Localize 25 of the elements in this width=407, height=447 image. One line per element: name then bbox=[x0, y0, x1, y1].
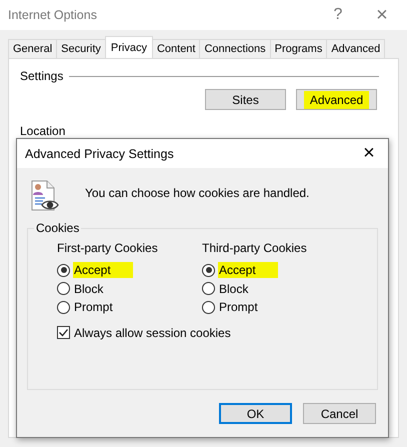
radio-option[interactable]: Block bbox=[202, 280, 252, 298]
section-heading: Location bbox=[20, 124, 66, 138]
checkbox-option[interactable]: Always allow session cookies bbox=[57, 326, 231, 340]
dialog-button[interactable]: OK bbox=[219, 403, 292, 424]
dialog-title: Advanced Privacy Settings bbox=[25, 146, 175, 160]
radio-option[interactable]: Block bbox=[57, 280, 106, 298]
tab[interactable]: Privacy bbox=[104, 36, 153, 58]
privacy-document-icon bbox=[29, 180, 59, 212]
checkbox[interactable] bbox=[57, 326, 70, 339]
settings-button[interactable]: Sites bbox=[205, 89, 286, 110]
message-text: You can choose how cookies are handled. bbox=[85, 186, 310, 200]
column-heading: First-party Cookies bbox=[57, 241, 159, 255]
group-label: Cookies bbox=[34, 221, 82, 235]
window-title: Internet Options bbox=[8, 8, 98, 22]
column-heading: Third-party Cookies bbox=[202, 241, 308, 255]
help-button[interactable]: ? bbox=[325, 6, 351, 24]
radio-option[interactable]: Prompt bbox=[57, 298, 116, 316]
settings-button[interactable]: Advanced bbox=[296, 89, 377, 110]
dialog-button[interactable]: Cancel bbox=[303, 403, 376, 424]
radio-option[interactable]: Prompt bbox=[202, 298, 261, 316]
close-button[interactable]: × bbox=[369, 4, 395, 26]
section-heading: Settings bbox=[20, 69, 64, 83]
tab[interactable]: General bbox=[8, 39, 58, 58]
tab[interactable]: Advanced bbox=[326, 39, 386, 58]
close-button[interactable]: × bbox=[354, 142, 384, 165]
